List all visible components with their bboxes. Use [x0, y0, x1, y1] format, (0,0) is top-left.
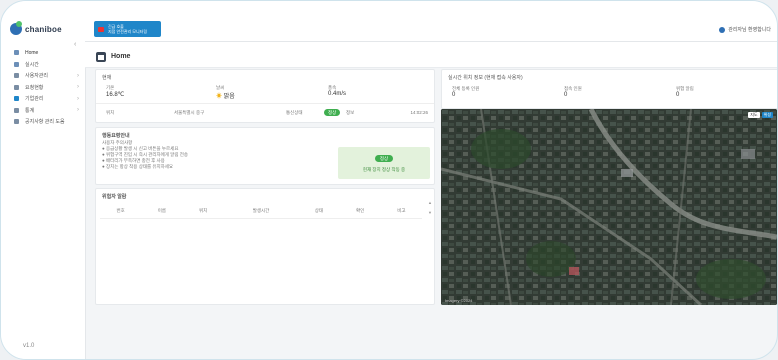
- sidebar-item-label: 사용자관리: [25, 73, 49, 80]
- sidebar-item[interactable]: 공지사항 관리 도움: [1, 116, 85, 128]
- column-header[interactable]: 발생시간: [224, 203, 298, 219]
- sidebar-item[interactable]: 실시간: [1, 59, 85, 71]
- sidebar-item-label: 실시간: [25, 61, 39, 68]
- weather-temp: 기온 16.8℃: [106, 85, 124, 98]
- table-header-row: 번호 이름 위치 발생시간 상태 확인 비고: [100, 203, 422, 219]
- chevron-right-icon: ›: [77, 72, 79, 79]
- notice-line: ● 장치는 항상 착용 상태를 유지하세요: [102, 164, 174, 169]
- table-scrollbar[interactable]: ▲ ▼: [428, 201, 432, 217]
- column-header[interactable]: 위치: [183, 203, 224, 219]
- wind-value: 0.4m/s: [328, 91, 347, 97]
- condition-value: 맑음: [223, 94, 235, 100]
- chevron-right-icon: ›: [77, 84, 79, 91]
- nav-icon: [14, 61, 19, 67]
- nav-icon: [14, 73, 19, 79]
- sidebar-item[interactable]: 사용자관리 ›: [1, 70, 85, 82]
- column-header[interactable]: 상태: [298, 203, 339, 219]
- sidebar: chaniboe ‹ Home 실시간 사용자관리 › 요청현황 › 기업관리 › 통계 › 공지사…: [1, 1, 86, 359]
- weather-condition: 날씨 ☀ 맑음: [216, 85, 235, 100]
- user-menu[interactable]: 관리자님 환영합니다: [719, 26, 771, 33]
- user-icon: [719, 26, 726, 33]
- info-label: 정보: [346, 110, 355, 115]
- alert-subtitle: 지점 안전관리 모니터링: [108, 29, 148, 34]
- map-attribution: Imagery ©2024: [445, 298, 473, 303]
- sidebar-footer: v1.0: [23, 343, 35, 349]
- time-value: 14:02:26: [410, 110, 428, 115]
- temp-value: 16.8℃: [106, 92, 125, 98]
- sidebar-item[interactable]: Home: [1, 47, 85, 59]
- sidebar-item-label: 통계: [25, 107, 35, 114]
- divider: [100, 218, 422, 219]
- brand-logo[interactable]: chaniboe: [10, 21, 62, 35]
- notice-card: 행동요령안내 사용자 주의사항 ● 응급상황 발생 시 신고 버튼을 누르세요 …: [95, 127, 435, 185]
- nav-icon: [14, 84, 19, 90]
- sidebar-item[interactable]: 통계 ›: [1, 105, 85, 117]
- comm-status-badge: 정상: [324, 109, 341, 116]
- page-title: Home: [111, 53, 131, 60]
- sidebar-item[interactable]: 기업관리 ›: [1, 93, 85, 105]
- nav-icon: [14, 107, 19, 113]
- sidebar-item[interactable]: 요청현황 ›: [1, 82, 85, 94]
- stats-card: 실시간 위치 정보 (현재 접속 사용자) 전체 등록 인원 0 접속 인원 0…: [441, 69, 777, 109]
- user-greeting: 관리자님 환영합니다: [728, 27, 771, 33]
- column-header[interactable]: 번호: [100, 203, 141, 219]
- satellite-view-button[interactable]: 위성: [761, 112, 773, 118]
- nav-icon: [14, 96, 19, 102]
- page-header: Home: [85, 42, 777, 68]
- column-header[interactable]: 이름: [141, 203, 182, 219]
- alarm-table: 번호 이름 위치 발생시간 상태 확인 비고: [100, 203, 422, 219]
- column-header[interactable]: 확인: [339, 203, 380, 219]
- device-status-panel: 정상 현재 장치 정상 작동 중: [338, 147, 430, 179]
- weather-wind: 풍속 0.4m/s: [328, 85, 346, 97]
- sun-icon: ☀: [216, 94, 223, 100]
- sidebar-item-label: 요청현황: [25, 84, 44, 91]
- stat-value: 0: [676, 92, 680, 98]
- chevron-right-icon: ›: [77, 95, 79, 102]
- device-status-pill: 정상: [374, 155, 394, 162]
- map-view-button[interactable]: 지도: [748, 112, 760, 118]
- column-header[interactable]: 비고: [381, 203, 422, 219]
- weather-card: 현재 기온 16.8℃ 날씨 ☀ 맑음 풍속 0.4m/s 위치 서울특별시 중…: [95, 69, 435, 123]
- alarm-title: 위험자 알람: [102, 194, 127, 200]
- sidebar-item-label: 공지사항 관리 도움: [25, 119, 65, 126]
- notice-title: 행동요령안내: [102, 133, 130, 139]
- nav-icon: [14, 119, 19, 125]
- stat-label: 전체 등록 인원: [452, 86, 480, 91]
- home-icon: [96, 52, 106, 62]
- map-imagery: [441, 109, 777, 305]
- device-status-text: 현재 장치 정상 작동 중: [362, 167, 406, 172]
- weather-section-title: 현재: [102, 75, 112, 81]
- divider: [96, 103, 434, 104]
- notice-list: ● 응급상황 발생 시 신고 버튼을 누르세요 ● 위험구역 진입 시 즉시 관…: [102, 146, 188, 170]
- stat-value: 0: [564, 92, 568, 98]
- emergency-call-button[interactable]: 긴급 호출 지점 안전관리 모니터링: [94, 21, 161, 37]
- logo-text: chaniboe: [25, 24, 62, 34]
- comm-status-label: 통신상태: [286, 110, 303, 115]
- location-label: 위치: [106, 110, 115, 115]
- map-type-toggle: 지도 위성: [748, 112, 773, 118]
- app-window: chaniboe ‹ Home 실시간 사용자관리 › 요청현황 › 기업관리 › 통계 › 공지사…: [0, 0, 778, 360]
- chevron-right-icon: ›: [77, 107, 79, 114]
- stat-value: 0: [452, 92, 456, 98]
- logo-icon: [10, 21, 22, 35]
- location-value: 서울특별시 중구: [174, 110, 205, 115]
- stat-total: 전체 등록 인원 0: [452, 86, 479, 98]
- sidebar-nav: Home 실시간사용자관리 › 요청현황 › 기업관리 › 통계 › 공지사항 관리 도움: [1, 47, 85, 128]
- sidebar-item-label: Home: [25, 49, 39, 56]
- stat-alerts: 위험 알림 0: [676, 86, 694, 98]
- top-bar: 긴급 호출 지점 안전관리 모니터링 관리자님 환영합니다: [85, 1, 777, 42]
- alarm-card: 위험자 알람 번호 이름 위치 발생시간 상태 확인 비고 ▲ ▼: [95, 188, 435, 305]
- nav-icon: [14, 50, 19, 56]
- sidebar-item-label: 기업관리: [25, 96, 44, 103]
- camera-icon: [98, 26, 104, 32]
- stat-online: 접속 인원 0: [564, 86, 582, 98]
- stats-title: 실시간 위치 정보 (현재 접속 사용자): [448, 75, 523, 81]
- satellite-map[interactable]: 지도 위성 Imagery ©2024: [441, 109, 777, 305]
